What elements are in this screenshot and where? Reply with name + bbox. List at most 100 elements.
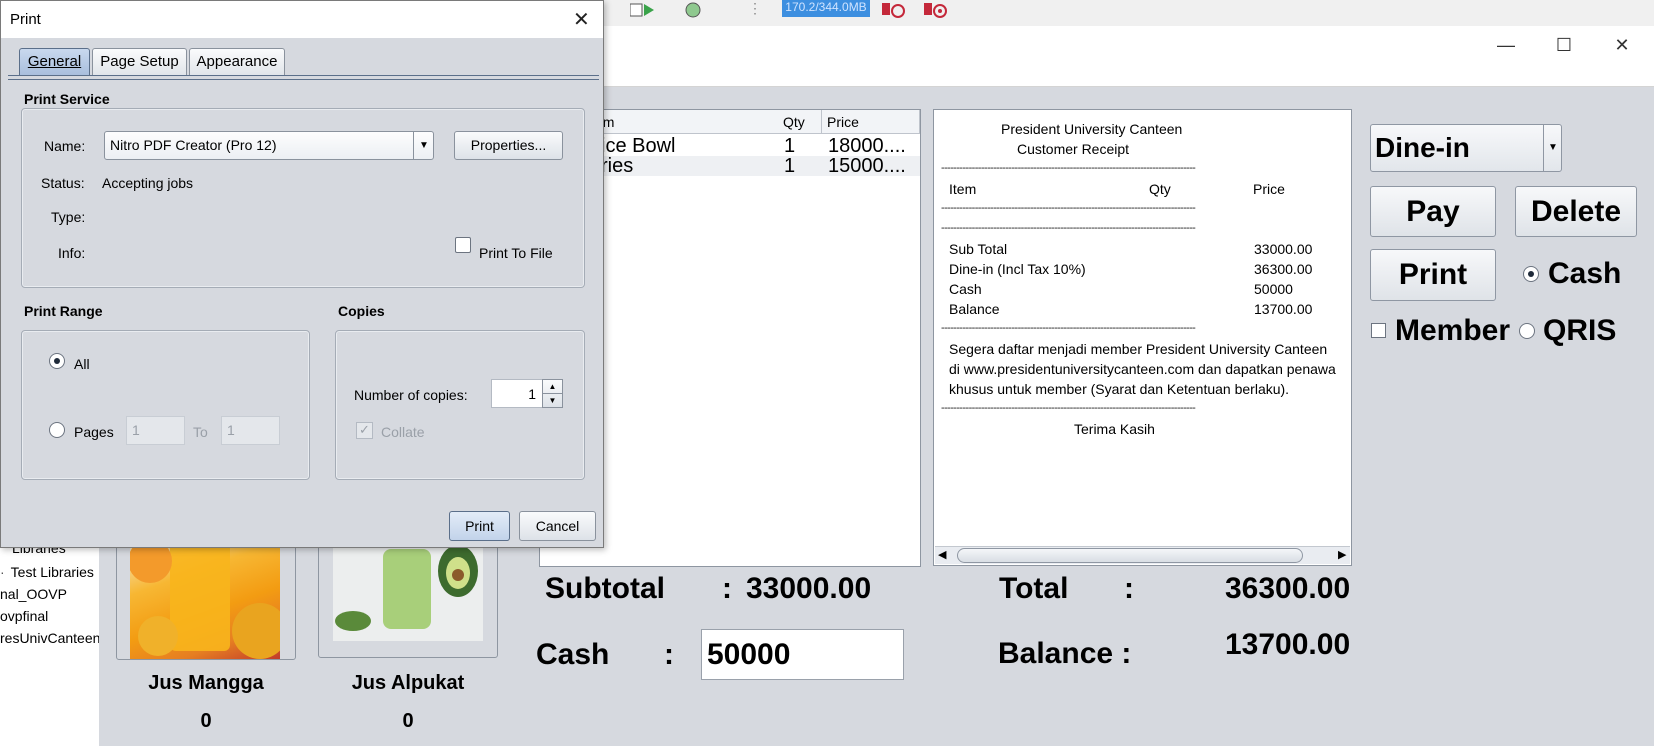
pages-label[interactable]: Pages [74, 424, 114, 440]
print-dialog: Print ✕ General Page Setup Appearance Pr… [0, 0, 604, 548]
spinner-up-icon[interactable]: ▲ [543, 380, 562, 394]
receipt-row-label: Cash [949, 281, 982, 297]
dialog-print-button[interactable]: Print [449, 511, 510, 541]
printer-select-value: Nitro PDF Creator (Pro 12) [110, 137, 277, 153]
pages-to-field[interactable]: 1 [221, 416, 280, 445]
dialog-cancel-button[interactable]: Cancel [519, 511, 596, 541]
member-checkbox-label[interactable]: Member [1395, 314, 1510, 348]
cell-qty: 1 [784, 156, 796, 176]
receipt-col-item: Item [949, 181, 977, 197]
copies-spinner[interactable]: ▲ ▼ [542, 379, 563, 408]
receipt-separator: ----------------------------------------… [941, 322, 1196, 334]
receipt-row-value: 13700.00 [1254, 301, 1313, 317]
minimize-icon[interactable]: — [1494, 36, 1518, 56]
cash-radio[interactable] [1523, 266, 1539, 282]
subtotal-value: 33000.00 [746, 572, 872, 605]
spinner-down-icon[interactable]: ▼ [543, 394, 562, 407]
cash-colon: : [664, 638, 674, 671]
all-radio[interactable] [49, 353, 65, 369]
horizontal-scrollbar[interactable]: ◀ ▶ [935, 546, 1350, 564]
tab-underline [8, 75, 599, 80]
collate-checkbox[interactable]: ✓ [356, 422, 373, 439]
print-to-file-label[interactable]: Print To File [479, 245, 553, 261]
member-checkbox[interactable] [1371, 323, 1386, 338]
qris-radio-label[interactable]: QRIS [1543, 314, 1616, 348]
project-tree: Libraries · Test Libraries nal_OOVP ovpfi… [0, 540, 100, 746]
copies-field[interactable]: 1 [491, 379, 543, 408]
memory-indicator[interactable]: 170.2/344.0MB [782, 0, 870, 17]
scroll-thumb[interactable] [957, 548, 1303, 563]
gc-icon[interactable] [880, 2, 905, 18]
copies-value: 1 [528, 386, 536, 402]
tab-general[interactable]: General [19, 48, 90, 75]
receipt-col-price: Price [1253, 181, 1285, 197]
receipt-separator: ----------------------------------------… [941, 162, 1196, 174]
print-button[interactable]: Print [1370, 249, 1496, 301]
order-type-select[interactable]: Dine-in ▼ [1370, 124, 1562, 172]
receipt-row-value: 33000.00 [1254, 241, 1313, 257]
profiler-stop-icon[interactable] [922, 2, 947, 18]
collate-label[interactable]: Collate [381, 424, 425, 440]
cell-qty: 1 [784, 136, 796, 156]
cell-price: 18000.... [828, 136, 906, 156]
pages-from-field[interactable]: 1 [126, 416, 185, 445]
tree-item[interactable]: · Test Libraries [0, 564, 94, 580]
properties-button[interactable]: Properties... [454, 131, 563, 160]
run-icon[interactable] [629, 2, 654, 17]
balance-value: 13700.00 [1225, 628, 1351, 661]
maximize-icon[interactable]: ☐ [1552, 36, 1576, 56]
tab-appearance[interactable]: Appearance [189, 48, 285, 75]
print-service-heading: Print Service [24, 91, 110, 107]
receipt-thanks: Terima Kasih [1074, 421, 1155, 437]
toolbar-separator: ⋮ [748, 0, 762, 16]
print-to-file-checkbox[interactable] [455, 237, 471, 253]
cash-label: Cash [536, 638, 610, 671]
receipt-col-qty: Qty [1149, 181, 1171, 197]
number-of-copies-label: Number of copies: [354, 387, 468, 403]
total-value: 36300.00 [1225, 572, 1351, 605]
name-label: Name: [44, 138, 86, 154]
profile-icon[interactable] [685, 2, 701, 18]
total-label: Total [999, 572, 1069, 605]
receipt-row-label: Balance [949, 301, 1000, 317]
column-header-qty[interactable]: Qty [778, 110, 822, 134]
print-range-group [21, 330, 310, 480]
receipt-row-label: Sub Total [949, 241, 1008, 257]
tree-item[interactable]: nal_OOVP [0, 586, 67, 602]
printer-select[interactable]: Nitro PDF Creator (Pro 12) ▼ [104, 131, 434, 160]
balance-label: Balance : [998, 637, 1132, 670]
receipt-separator: ----------------------------------------… [941, 202, 1196, 214]
dialog-title: Print [10, 11, 41, 28]
chevron-down-icon[interactable]: ▼ [1543, 125, 1562, 171]
scroll-right-icon[interactable]: ▶ [1338, 548, 1346, 561]
receipt-area[interactable]: President University Canteen Customer Re… [933, 109, 1352, 566]
tab-page-setup[interactable]: Page Setup [92, 48, 187, 75]
product-name: Jus Mangga [148, 672, 264, 694]
close-icon[interactable]: ✕ [573, 7, 590, 32]
chevron-down-icon[interactable]: ▼ [413, 132, 434, 159]
copies-heading: Copies [338, 303, 385, 319]
pay-button[interactable]: Pay [1370, 186, 1496, 237]
order-type-value: Dine-in [1375, 132, 1470, 163]
cash-radio-label[interactable]: Cash [1548, 257, 1621, 291]
column-header-price[interactable]: Price [822, 110, 920, 134]
scroll-left-icon[interactable]: ◀ [938, 548, 946, 561]
tree-item[interactable]: resUnivCanteen [0, 630, 100, 646]
info-label: Info: [58, 245, 86, 261]
receipt-subtitle: Customer Receipt [1017, 141, 1130, 157]
product-card-jus-mangga[interactable] [116, 530, 296, 660]
tree-item[interactable]: ovpfinal [0, 608, 48, 624]
qris-radio[interactable] [1519, 323, 1535, 339]
delete-button[interactable]: Delete [1515, 186, 1637, 237]
product-count: 0 [402, 710, 414, 732]
pages-radio[interactable] [49, 422, 65, 438]
product-card-jus-alpukat[interactable] [318, 530, 498, 658]
cash-input[interactable]: 50000 [701, 629, 904, 680]
to-label: To [193, 424, 208, 440]
total-colon: : [1124, 572, 1134, 605]
receipt-promo: Segera daftar menjadi member President U… [949, 341, 1328, 357]
all-label[interactable]: All [74, 356, 90, 372]
cell-price: 15000.... [828, 156, 906, 176]
receipt-promo: khusus untuk member (Syarat dan Ketentua… [949, 381, 1290, 397]
close-window-icon[interactable]: ✕ [1610, 36, 1634, 56]
